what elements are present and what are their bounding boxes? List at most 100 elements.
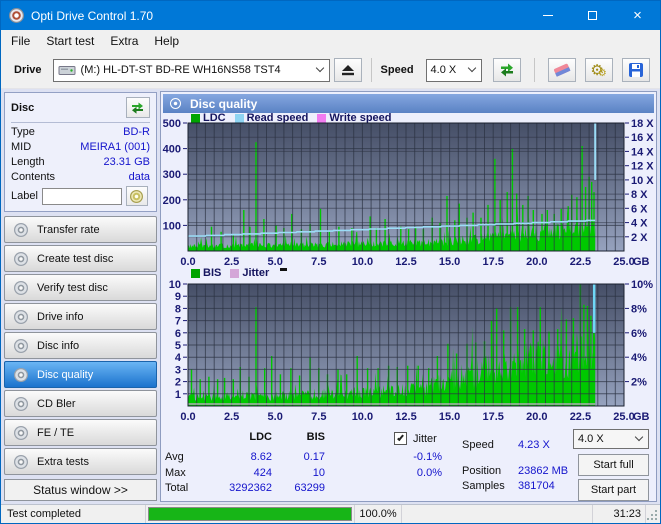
speed-value: 4.0 X	[431, 64, 457, 76]
disc-icon	[14, 223, 28, 237]
ldc-avg-value: 8.62	[216, 451, 272, 463]
svg-text:18 X: 18 X	[631, 118, 654, 130]
ldc-total-value: 3292362	[216, 482, 272, 494]
bis-swatch	[191, 269, 200, 278]
menu-start-test[interactable]: Start test	[38, 30, 102, 52]
write-label-button[interactable]	[126, 186, 148, 206]
close-button[interactable]: ×	[615, 1, 660, 30]
resize-grip[interactable]	[646, 505, 660, 523]
test-speed-select[interactable]: 4.0 X	[573, 429, 649, 449]
disc-icon	[14, 252, 28, 266]
avg-row-label: Avg	[165, 451, 184, 463]
svg-text:20.0: 20.0	[526, 256, 547, 267]
toolbar-separator	[371, 58, 372, 82]
svg-text:25.0: 25.0	[613, 256, 634, 267]
drive-select[interactable]: (M:) HL-DT-ST BD-RE WH16NS58 TST4	[53, 59, 330, 82]
svg-text:2: 2	[175, 377, 181, 389]
status-text: Test completed	[1, 505, 146, 523]
sidebar-item-transfer-rate[interactable]: Transfer rate	[4, 216, 157, 243]
jitter-max-value: 0.0%	[382, 467, 442, 479]
svg-text:8 X: 8 X	[631, 189, 648, 201]
settings-button[interactable]: ⚙⚙	[585, 58, 613, 82]
disc-type-value: BD-R	[123, 126, 150, 138]
jitter-swatch	[230, 269, 239, 278]
total-row-label: Total	[165, 482, 188, 494]
chart2-legend: BIS Jitter	[191, 267, 287, 279]
progress-percent: 100.0%	[355, 505, 402, 523]
svg-text:22.5: 22.5	[570, 256, 591, 267]
position-stat-label: Position	[462, 465, 501, 477]
chevron-down-icon	[467, 64, 475, 72]
svg-text:100: 100	[163, 220, 181, 232]
svg-text:6 X: 6 X	[631, 203, 648, 215]
start-part-button[interactable]: Start part	[578, 479, 649, 501]
disc-icon	[14, 281, 28, 295]
jitter-legend-label: Jitter	[242, 267, 269, 279]
svg-text:16 X: 16 X	[631, 132, 654, 144]
svg-text:17.5: 17.5	[482, 256, 503, 267]
svg-text:2%: 2%	[631, 377, 647, 389]
svg-text:8%: 8%	[631, 303, 647, 315]
maximize-icon	[588, 11, 597, 20]
jitter-checkbox[interactable]	[394, 432, 407, 445]
svg-text:12.5: 12.5	[395, 256, 416, 267]
bis-max-value: 10	[275, 467, 325, 479]
disc-contents-link[interactable]: data	[129, 171, 150, 183]
maximize-button[interactable]	[570, 1, 615, 30]
status-window-button[interactable]: Status window >>	[4, 479, 157, 501]
svg-text:2.5: 2.5	[224, 256, 239, 267]
disc-refresh-button[interactable]	[126, 97, 150, 118]
menu-extra[interactable]: Extra	[102, 30, 146, 52]
svg-text:10 X: 10 X	[631, 175, 654, 187]
disc-icon	[14, 397, 28, 411]
eject-button[interactable]	[334, 58, 362, 82]
disc-length-value: 23.31 GB	[104, 156, 150, 168]
toolbar: Drive (M:) HL-DT-ST BD-RE WH16NS58 TST4 …	[1, 52, 660, 89]
disc-mid-label: MID	[11, 141, 31, 153]
svg-text:5.0: 5.0	[268, 256, 283, 267]
drive-label: Drive	[14, 64, 42, 76]
sidebar-item-fe-te[interactable]: FE / TE	[4, 419, 157, 446]
sidebar-item-verify-test-disc[interactable]: Verify test disc	[4, 274, 157, 301]
speed-select[interactable]: 4.0 X	[426, 59, 482, 82]
sidebar-item-drive-info[interactable]: Drive info	[4, 303, 157, 330]
minimize-button[interactable]	[525, 1, 570, 30]
drive-icon	[58, 64, 76, 76]
svg-text:15.0: 15.0	[439, 256, 460, 267]
disc-icon	[14, 310, 28, 324]
page-title-bar: Disc quality	[163, 94, 654, 113]
progress-fill	[149, 508, 351, 520]
bis-legend-label: BIS	[203, 267, 221, 279]
svg-text:5: 5	[175, 340, 181, 352]
svg-text:2 X: 2 X	[631, 232, 648, 244]
refresh-button[interactable]	[493, 58, 521, 82]
floppy-save-icon	[628, 62, 644, 78]
sidebar-item-create-test-disc[interactable]: Create test disc	[4, 245, 157, 272]
start-full-button[interactable]: Start full	[578, 454, 649, 476]
sidebar-item-cd-bler[interactable]: CD Bler	[4, 390, 157, 417]
svg-text:1: 1	[175, 389, 181, 401]
menu-help[interactable]: Help	[146, 30, 187, 52]
svg-text:10.0: 10.0	[352, 256, 373, 267]
sidebar-item-disc-quality[interactable]: Disc quality	[4, 361, 157, 388]
bis-total-value: 63299	[275, 482, 325, 494]
svg-text:400: 400	[163, 144, 181, 156]
disc-icon	[14, 339, 28, 353]
divider	[11, 122, 150, 123]
sidebar-item-extra-tests[interactable]: Extra tests	[4, 448, 157, 475]
disc-icon	[14, 426, 28, 440]
erase-button[interactable]	[548, 58, 576, 82]
save-button[interactable]	[622, 58, 650, 82]
svg-text:10%: 10%	[631, 280, 653, 291]
svg-text:4: 4	[175, 352, 182, 364]
page-title: Disc quality	[190, 97, 257, 111]
refresh-arrows-icon	[499, 63, 515, 77]
menu-file[interactable]: File	[1, 30, 38, 52]
svg-text:9: 9	[175, 291, 181, 303]
sidebar-item-disc-info[interactable]: Disc info	[4, 332, 157, 359]
disc-icon	[14, 455, 28, 469]
stats-panel: LDC BIS Avg Max Total 8.62 424 3292362 0…	[161, 422, 656, 502]
disc-label-input[interactable]	[42, 188, 122, 205]
svg-text:7: 7	[175, 316, 181, 328]
refresh-arrows-icon	[131, 102, 145, 114]
